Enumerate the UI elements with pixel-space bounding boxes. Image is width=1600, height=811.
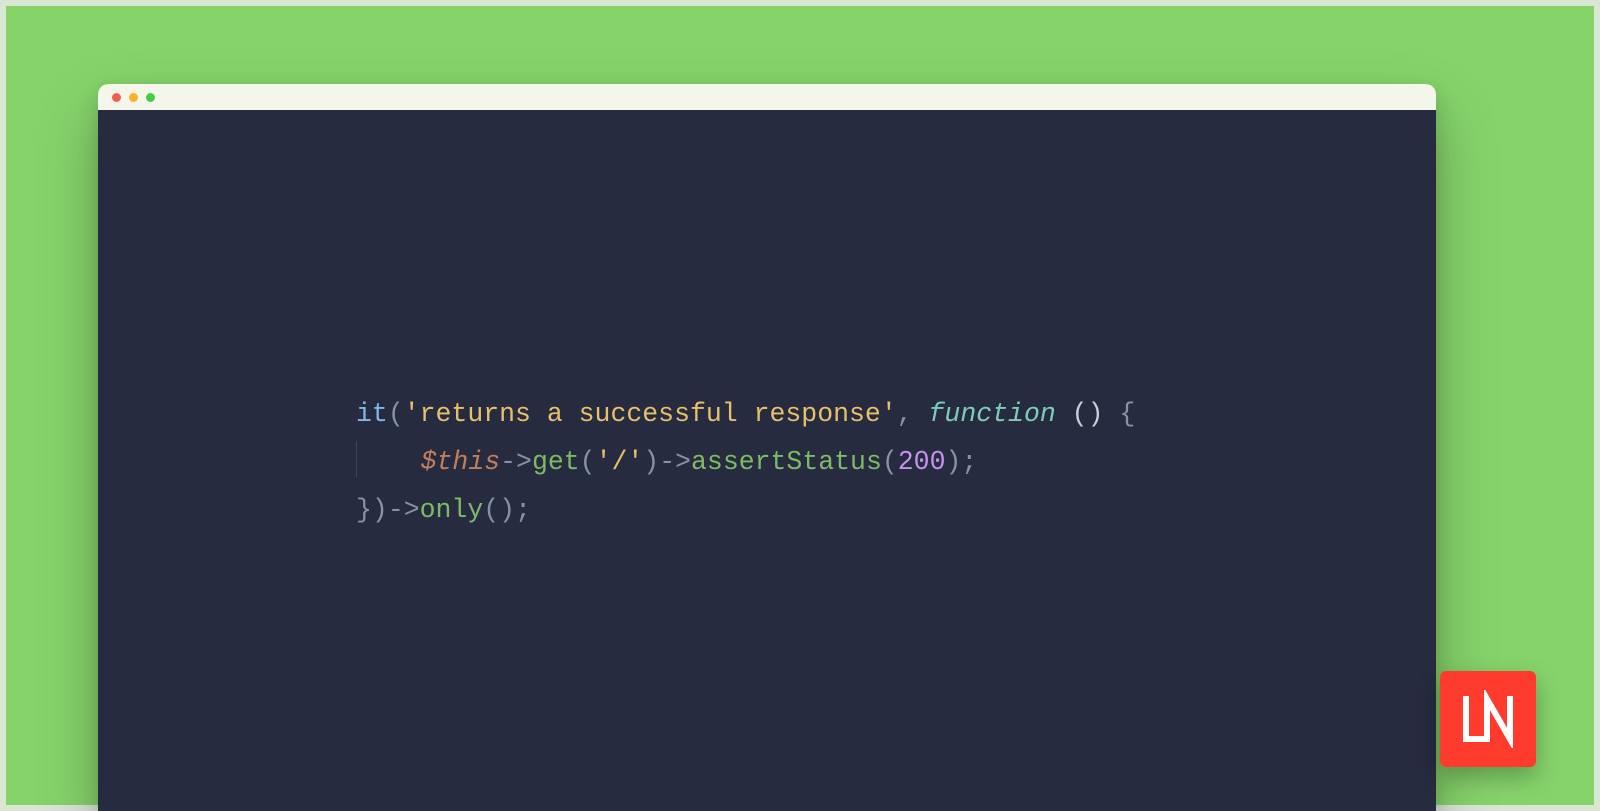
tok-as-close: )	[945, 447, 961, 477]
line-2: $this->get('/')->assertStatus(200);	[356, 447, 977, 477]
stage: it('returns a successful response', func…	[0, 0, 1600, 811]
tok-this: $this	[421, 447, 501, 477]
line-3: })->only();	[356, 495, 531, 525]
tok-get-arg-q2: '	[627, 447, 643, 477]
tok-200: 200	[898, 447, 946, 477]
tok-brace-close: }	[356, 495, 372, 525]
tok-open-paren: (	[388, 399, 404, 429]
tok-get-arg: /	[611, 447, 627, 477]
code-editor: it('returns a successful response', func…	[98, 110, 1436, 811]
zoom-icon[interactable]	[146, 93, 155, 102]
tok-assertstatus: assertStatus	[691, 447, 882, 477]
tok-close-paren: )	[372, 495, 388, 525]
tok-function-keyword: function	[929, 399, 1056, 429]
close-icon[interactable]	[112, 93, 121, 102]
tok-arrow-2: ->	[659, 447, 691, 477]
tok-get-close: )	[643, 447, 659, 477]
tok-string-text: returns a successful response	[420, 399, 881, 429]
line-1: it('returns a successful response', func…	[356, 399, 1135, 429]
tok-string-open-quote: '	[404, 399, 420, 429]
laravel-news-badge	[1440, 671, 1536, 767]
tok-get: get	[532, 447, 580, 477]
code-block: it('returns a successful response', func…	[356, 390, 1135, 534]
tok-function-parens: ()	[1056, 399, 1120, 429]
tok-only-parens: ()	[483, 495, 515, 525]
tok-brace-open: {	[1119, 399, 1135, 429]
window-titlebar	[98, 84, 1436, 110]
tok-string-close-quote: '	[881, 399, 897, 429]
ln-logo-icon	[1459, 690, 1517, 748]
tok-get-open: (	[580, 447, 596, 477]
tok-it: it	[356, 399, 388, 429]
tok-comma: ,	[897, 399, 929, 429]
tok-semi-1: ;	[961, 447, 977, 477]
tok-get-arg-q1: '	[596, 447, 612, 477]
tok-arrow-1: ->	[500, 447, 532, 477]
tok-as-open: (	[882, 447, 898, 477]
tok-indent	[357, 447, 421, 477]
tok-arrow-3: ->	[388, 495, 420, 525]
minimize-icon[interactable]	[129, 93, 138, 102]
tok-semi-2: ;	[515, 495, 531, 525]
tok-only: only	[420, 495, 484, 525]
editor-window: it('returns a successful response', func…	[98, 84, 1436, 811]
